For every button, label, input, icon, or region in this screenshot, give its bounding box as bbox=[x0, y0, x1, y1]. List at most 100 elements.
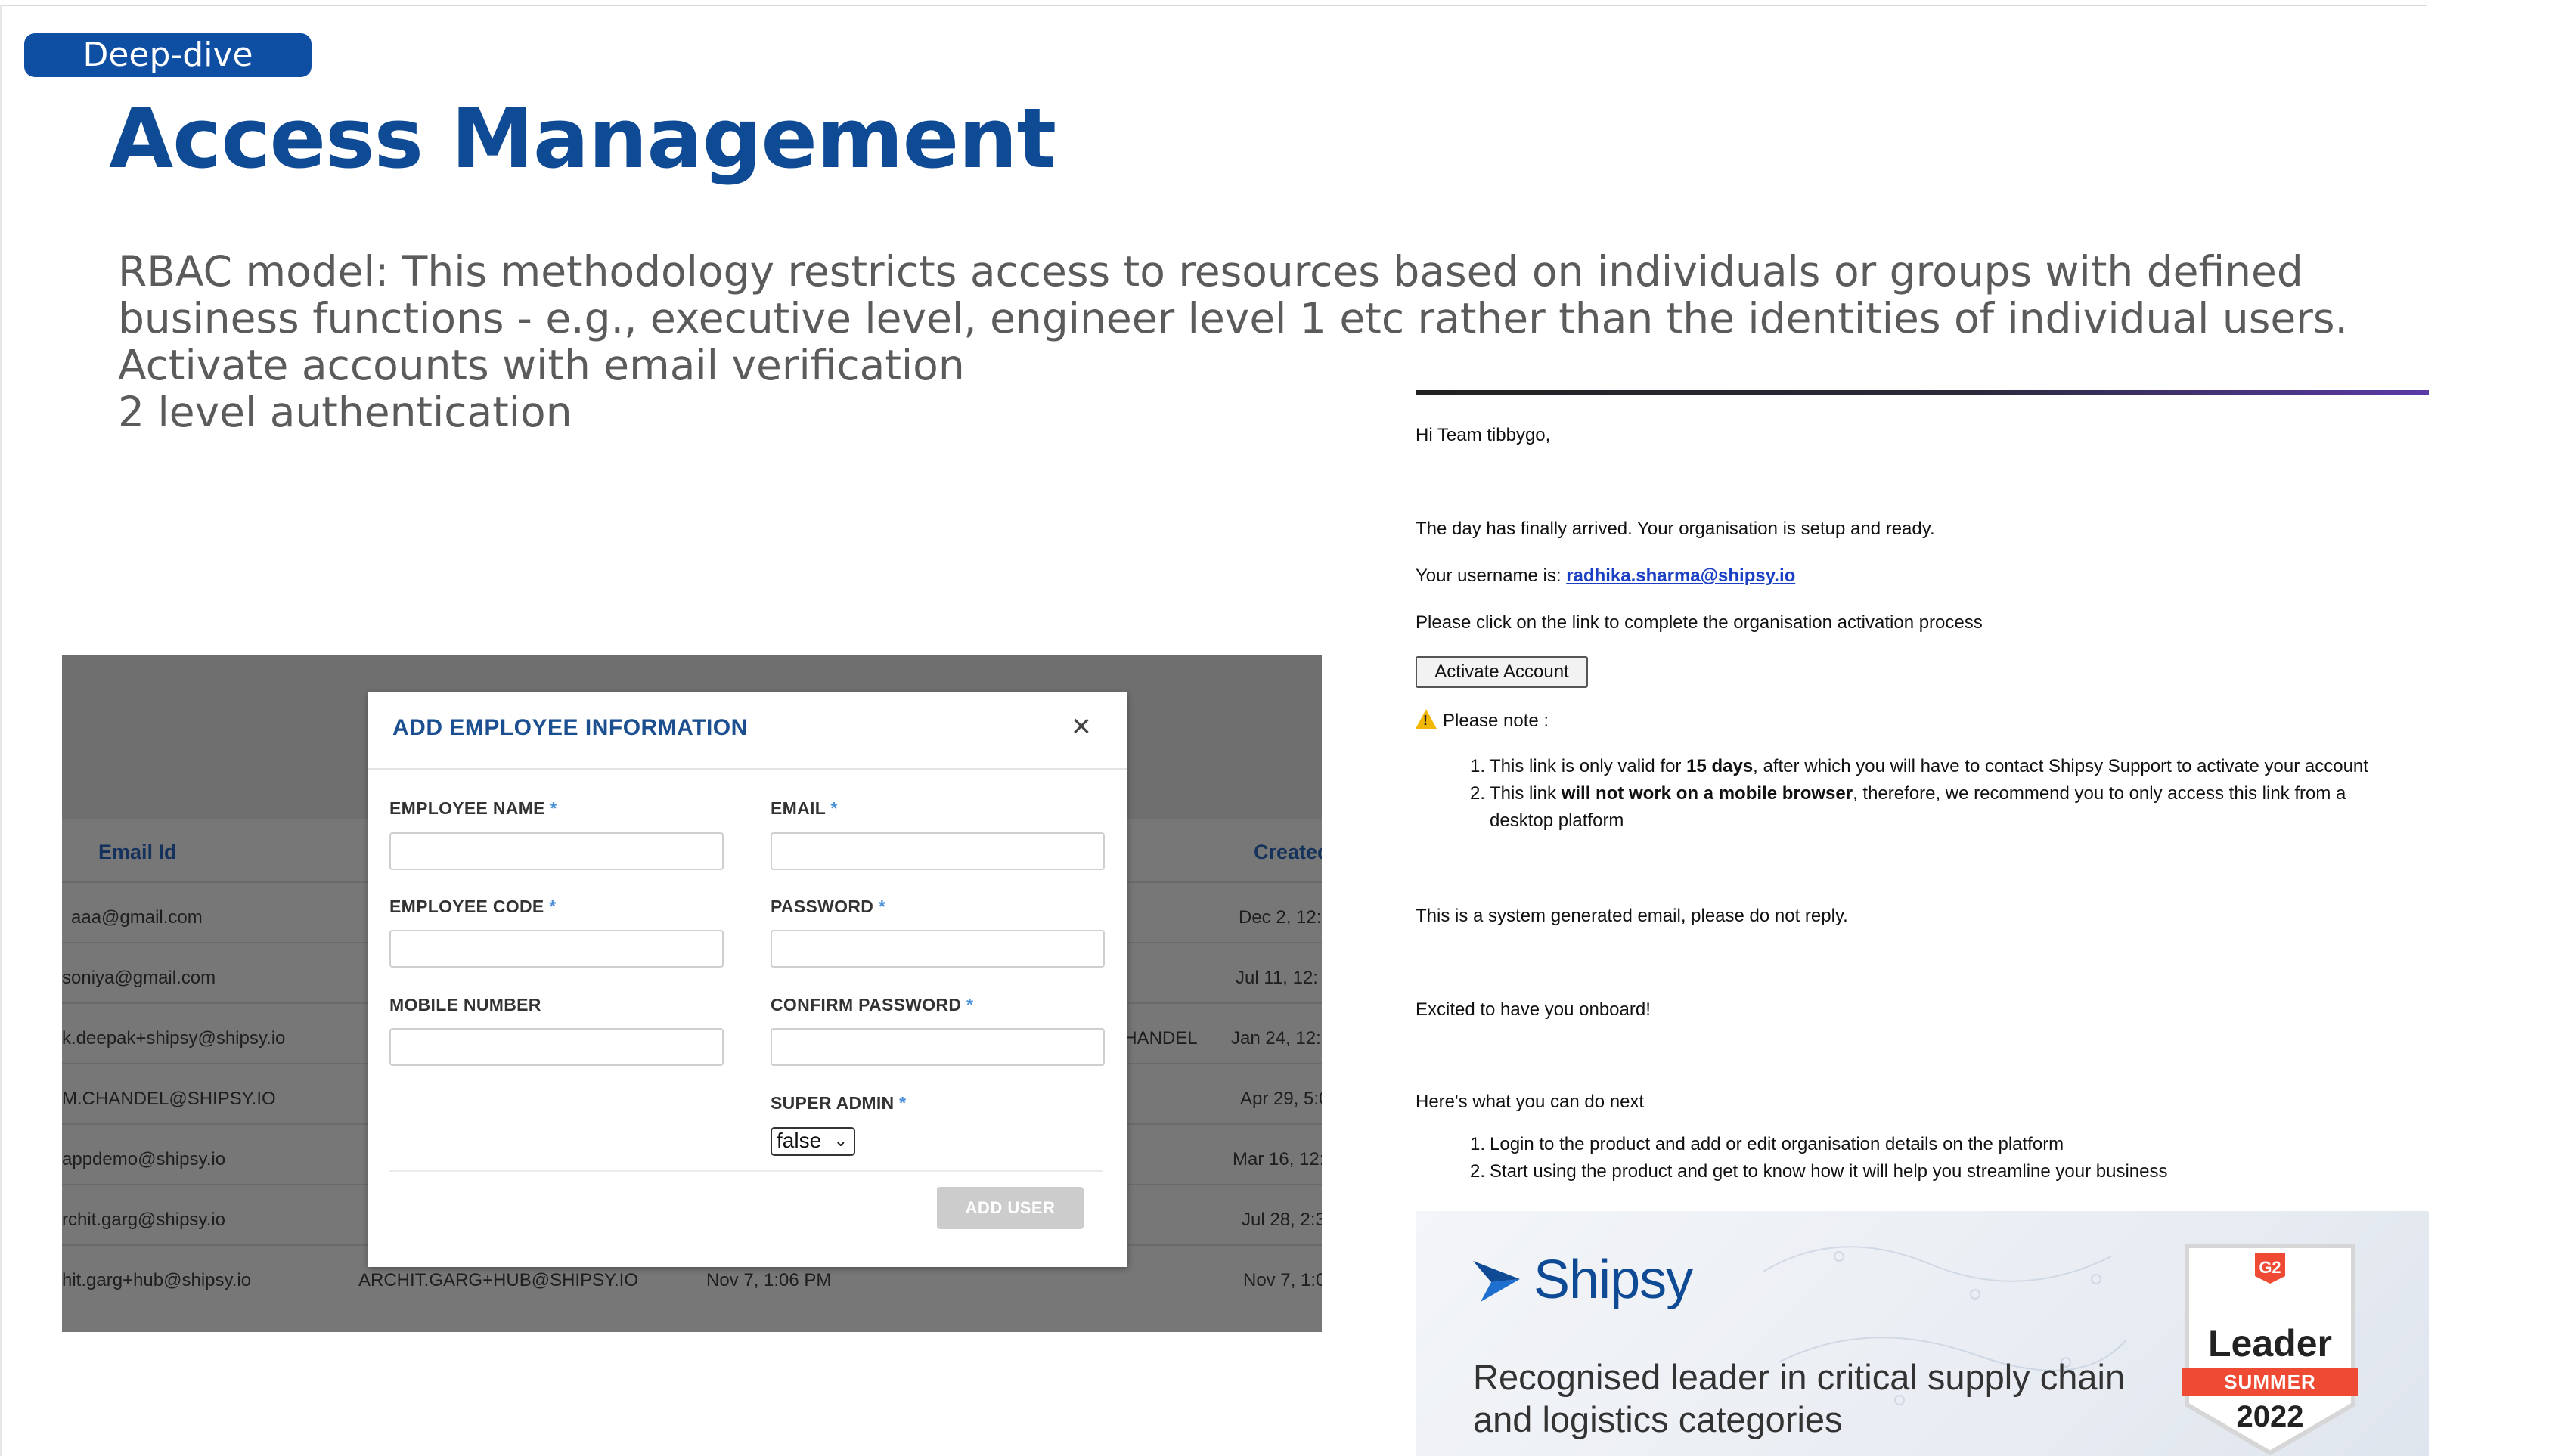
cell-email: rchit.garg@shipsy.io bbox=[62, 1210, 225, 1230]
super-admin-label: SUPER ADMIN * bbox=[771, 1093, 906, 1114]
required-marker: * bbox=[966, 995, 974, 1015]
employee-code-input[interactable] bbox=[389, 930, 724, 968]
list-number: 2. bbox=[1470, 1161, 1486, 1182]
list-number: 1. bbox=[1470, 756, 1486, 776]
super-admin-select[interactable]: false ⌄ bbox=[771, 1127, 855, 1156]
shipsy-banner: Shipsy Recognised leader in critical sup… bbox=[1416, 1211, 2429, 1456]
list-item: 2. Start using the product and get to kno… bbox=[1470, 1158, 2424, 1185]
cell-email: M.CHANDEL@SHIPSY.IO bbox=[62, 1089, 276, 1109]
modal-footer-divider bbox=[389, 1170, 1103, 1172]
list-item: 1. Login to the product and add or edit o… bbox=[1470, 1131, 2424, 1158]
list-item: 1. This link is only valid for 15 days, a… bbox=[1470, 753, 2424, 780]
list-item: 2. This link will not work on a mobile br… bbox=[1470, 780, 2424, 835]
employee-table-screenshot: Email Id By Created aaa@gmail.com Dec 2,… bbox=[62, 655, 1322, 1332]
password-label: PASSWORD * bbox=[771, 897, 885, 917]
username-prefix: Your username is: bbox=[1416, 565, 1567, 586]
cell-updated-by: ARCHIT.GARG+HUB@SHIPSY.IO bbox=[358, 1270, 639, 1290]
note-text: This link is only valid for bbox=[1490, 756, 1687, 776]
next-heading: Here's what you can do next bbox=[1416, 1092, 1645, 1112]
email-input[interactable] bbox=[771, 832, 1105, 870]
email-intro: The day has finally arrived. Your organi… bbox=[1416, 519, 1935, 539]
employee-code-label: EMPLOYEE CODE * bbox=[389, 897, 557, 917]
chevron-down-icon: ⌄ bbox=[833, 1131, 848, 1150]
list-number: 1. bbox=[1470, 1134, 1486, 1154]
super-admin-value: false bbox=[777, 1129, 822, 1152]
cell-email: aaa@gmail.com bbox=[71, 907, 203, 928]
column-header-created[interactable]: Created bbox=[1254, 841, 1322, 864]
note-list: 1. This link is only valid for 15 days, a… bbox=[1470, 753, 2424, 835]
super-admin-label-text: SUPER ADMIN bbox=[771, 1093, 895, 1113]
add-user-button[interactable]: ADD USER bbox=[937, 1187, 1084, 1229]
cell-created: Jul 11, 12: bbox=[1236, 968, 1318, 988]
employee-code-label-text: EMPLOYEE CODE bbox=[389, 897, 544, 916]
email-top-bar bbox=[1416, 390, 2429, 395]
cell-created: Jul 28, 2:3 bbox=[1242, 1210, 1322, 1230]
cell-created: Mar 16, 12: bbox=[1233, 1149, 1322, 1169]
employee-name-label: EMPLOYEE NAME * bbox=[389, 798, 557, 819]
required-marker: * bbox=[830, 798, 838, 818]
activation-email: Hi Team tibbygo, The day has finally arr… bbox=[1416, 0, 2429, 1456]
email-label-text: EMAIL bbox=[771, 798, 826, 818]
badge-season: SUMMER bbox=[2182, 1368, 2358, 1396]
email-instruction: Please click on the link to complete the… bbox=[1416, 612, 1983, 633]
modal-title: ADD EMPLOYEE INFORMATION bbox=[392, 715, 748, 740]
cell-email: appdemo@shipsy.io bbox=[62, 1149, 226, 1169]
email-username-line: Your username is: radhika.sharma@shipsy.… bbox=[1416, 565, 1795, 587]
email-label: EMAIL * bbox=[771, 798, 838, 819]
employee-name-label-text: EMPLOYEE NAME bbox=[389, 798, 545, 818]
mobile-number-label: MOBILE NUMBER bbox=[389, 995, 541, 1015]
warning-icon: ! bbox=[1416, 709, 1437, 729]
excited-line: Excited to have you onboard! bbox=[1416, 999, 1651, 1020]
next-steps-list: 1. Login to the product and add or edit o… bbox=[1470, 1131, 2424, 1185]
password-label-text: PASSWORD bbox=[771, 897, 874, 916]
cell-created: Apr 29, 5:0 bbox=[1240, 1089, 1322, 1109]
employee-name-input[interactable] bbox=[389, 832, 724, 870]
left-divider bbox=[0, 5, 2, 1456]
close-icon[interactable]: × bbox=[1072, 708, 1091, 745]
mobile-number-label-text: MOBILE NUMBER bbox=[389, 995, 541, 1015]
please-note-label: Please note : bbox=[1443, 711, 1549, 731]
note-text: desktop platform bbox=[1490, 810, 1624, 831]
page-title: Access Management bbox=[109, 90, 1056, 187]
note-text: This link bbox=[1490, 783, 1562, 804]
required-marker: * bbox=[899, 1093, 907, 1113]
required-marker: * bbox=[878, 897, 886, 916]
required-marker: * bbox=[550, 798, 557, 818]
list-number: 2. bbox=[1470, 783, 1486, 804]
confirm-password-label: CONFIRM PASSWORD * bbox=[771, 995, 973, 1015]
mobile-number-input[interactable] bbox=[389, 1028, 724, 1066]
badge-leader-text: Leader bbox=[2208, 1322, 2332, 1365]
shipsy-logo-icon bbox=[1473, 1261, 1520, 1302]
cell-created: Nov 7, 1:0 bbox=[1243, 1270, 1322, 1290]
cell-created: Jan 24, 12: bbox=[1231, 1028, 1321, 1049]
g2-logo-text: G2 bbox=[2259, 1258, 2281, 1277]
section-tag: Deep-dive bbox=[24, 33, 312, 77]
badge-year: 2022 bbox=[2236, 1400, 2304, 1433]
system-note: This is a system generated email, please… bbox=[1416, 906, 1848, 926]
step-text: Start using the product and get to know … bbox=[1490, 1161, 2168, 1182]
note-text: , after which you will have to contact S… bbox=[1753, 756, 2368, 776]
column-header-email[interactable]: Email Id bbox=[98, 841, 177, 864]
tagline-line: Recognised leader in critical supply cha… bbox=[1473, 1357, 2126, 1397]
modal-divider bbox=[368, 768, 1127, 770]
email-greeting: Hi Team tibbygo, bbox=[1416, 425, 1551, 445]
username-link[interactable]: radhika.sharma@shipsy.io bbox=[1566, 565, 1795, 586]
password-input[interactable] bbox=[771, 930, 1105, 968]
note-text: , therefore, we recommend you to only ac… bbox=[1853, 783, 2346, 804]
confirm-password-label-text: CONFIRM PASSWORD bbox=[771, 995, 962, 1015]
add-employee-modal: ADD EMPLOYEE INFORMATION × EMPLOYEE NAME… bbox=[368, 692, 1127, 1267]
cell-created: Dec 2, 12: bbox=[1239, 907, 1322, 928]
banner-tagline: Recognised leader in critical supply cha… bbox=[1473, 1356, 2154, 1441]
note-bold: 15 days bbox=[1686, 756, 1754, 776]
cell-email: soniya@gmail.com bbox=[62, 968, 216, 988]
confirm-password-input[interactable] bbox=[771, 1028, 1105, 1066]
cell-updated-at: Nov 7, 1:06 PM bbox=[706, 1270, 832, 1290]
required-marker: * bbox=[549, 897, 557, 916]
activate-account-button[interactable]: Activate Account bbox=[1416, 656, 1588, 688]
cell-email: k.deepak+shipsy@shipsy.io bbox=[62, 1028, 286, 1049]
cell-email: hit.garg+hub@shipsy.io bbox=[62, 1270, 252, 1290]
shipsy-logo-text: Shipsy bbox=[1534, 1250, 1693, 1310]
note-bold: will not work on a mobile browser bbox=[1561, 783, 1853, 804]
step-text: Login to the product and add or edit org… bbox=[1490, 1134, 2064, 1154]
tagline-line: and logistics categories bbox=[1473, 1399, 1843, 1439]
